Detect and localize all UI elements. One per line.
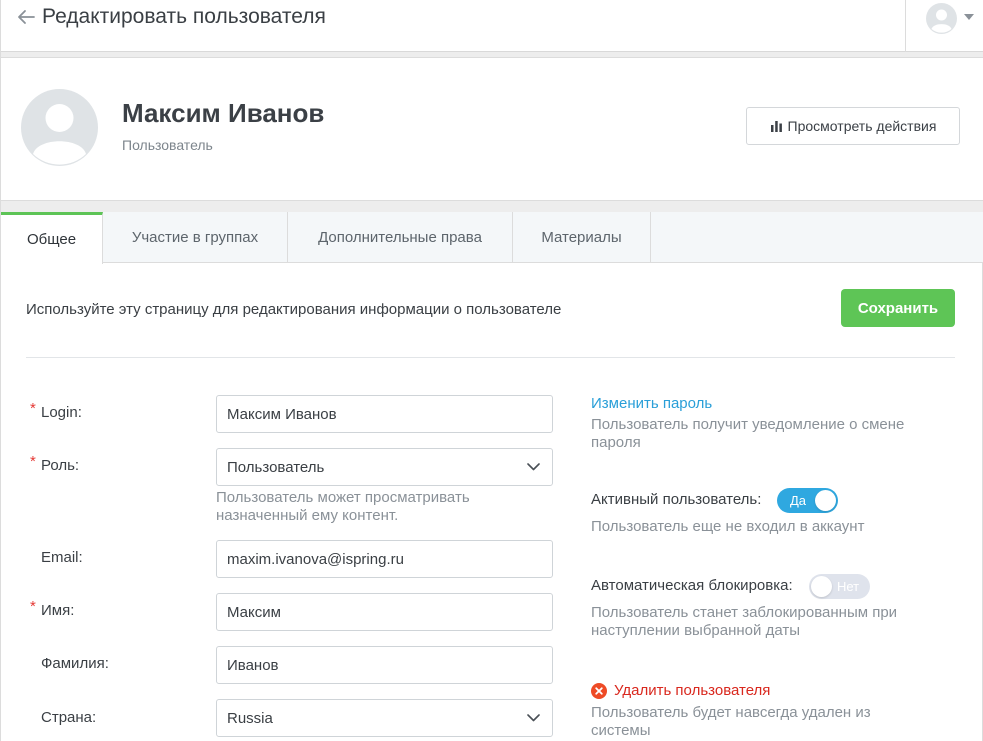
- user-role: Пользователь: [122, 137, 213, 153]
- active-user-toggle[interactable]: Да: [777, 488, 838, 513]
- toggle-knob: [815, 490, 836, 511]
- login-label: Login:: [41, 404, 82, 421]
- chevron-down-icon: [527, 714, 540, 722]
- tab-general[interactable]: Общее: [1, 212, 103, 264]
- arrow-left-icon[interactable]: [15, 6, 37, 28]
- first-name-field[interactable]: Максим: [216, 593, 553, 631]
- view-actions-button[interactable]: Просмотреть действия: [746, 107, 960, 145]
- role-select-value: Пользователь: [227, 458, 325, 476]
- page-description: Используйте эту страницу для редактирова…: [26, 301, 562, 318]
- caret-down-icon: [964, 14, 974, 20]
- change-password-link[interactable]: Изменить пароль: [591, 395, 712, 412]
- user-avatar-icon: [21, 89, 98, 166]
- active-user-hint: Пользователь еще не входил в аккаунт: [591, 518, 865, 535]
- active-user-label: Активный пользователь:: [591, 491, 762, 508]
- role-select[interactable]: Пользователь: [216, 448, 553, 486]
- top-bar: Редактировать пользователя: [1, 0, 983, 52]
- last-name-field[interactable]: Иванов: [216, 646, 553, 684]
- required-marker: *: [30, 400, 36, 417]
- delete-user-link[interactable]: Удалить пользователя: [591, 682, 770, 699]
- chevron-down-icon: [527, 463, 540, 471]
- role-label: Роль:: [41, 457, 80, 474]
- bar-chart-icon: [770, 121, 782, 132]
- user-avatar-icon: [926, 3, 957, 34]
- save-button[interactable]: Сохранить: [841, 289, 955, 327]
- profile-menu-button[interactable]: [905, 0, 983, 52]
- tab-extra-rights[interactable]: Дополнительные права: [288, 212, 513, 263]
- close-circle-icon: [591, 682, 607, 699]
- user-name: Максим Иванов: [122, 98, 325, 128]
- tab-groups[interactable]: Участие в группах: [103, 212, 288, 263]
- view-actions-label: Просмотреть действия: [787, 118, 937, 134]
- required-marker: *: [30, 453, 36, 470]
- email-field[interactable]: maxim.ivanova@ispring.ru: [216, 540, 553, 578]
- tab-bar: Общее Участие в группах Дополнительные п…: [1, 212, 983, 264]
- change-password-hint: Пользователь получит уведомление о смене…: [591, 416, 905, 451]
- required-marker: *: [30, 598, 36, 615]
- toggle-text: Нет: [837, 579, 860, 594]
- tab-materials[interactable]: Материалы: [513, 212, 651, 263]
- page-title: Редактировать пользователя: [42, 5, 326, 28]
- toggle-knob: [811, 576, 832, 597]
- country-select-value: Russia: [227, 709, 273, 727]
- first-name-label: Имя:: [41, 602, 75, 619]
- auto-block-hint: Пользователь станет заблокированным при …: [591, 604, 898, 639]
- delete-user-hint: Пользователь будет навсегда удален из си…: [591, 704, 871, 739]
- delete-user-label: Удалить пользователя: [614, 682, 771, 699]
- app-window: Редактировать пользователя Максим Иванов…: [0, 0, 983, 741]
- last-name-label: Фамилия:: [41, 655, 109, 672]
- toggle-text: Да: [790, 493, 807, 508]
- login-field[interactable]: Максим Иванов: [216, 395, 553, 433]
- user-header: Максим Иванов Пользователь Просмотреть д…: [1, 58, 983, 200]
- section-separator: [1, 200, 983, 212]
- email-label: Email:: [41, 549, 83, 566]
- auto-block-toggle[interactable]: Нет: [809, 574, 870, 599]
- country-select[interactable]: Russia: [216, 699, 553, 737]
- country-label: Страна:: [41, 709, 97, 726]
- divider: [26, 357, 955, 358]
- auto-block-label: Автоматическая блокировка:: [591, 577, 793, 594]
- role-hint: Пользователь может просматривать назначе…: [216, 489, 470, 524]
